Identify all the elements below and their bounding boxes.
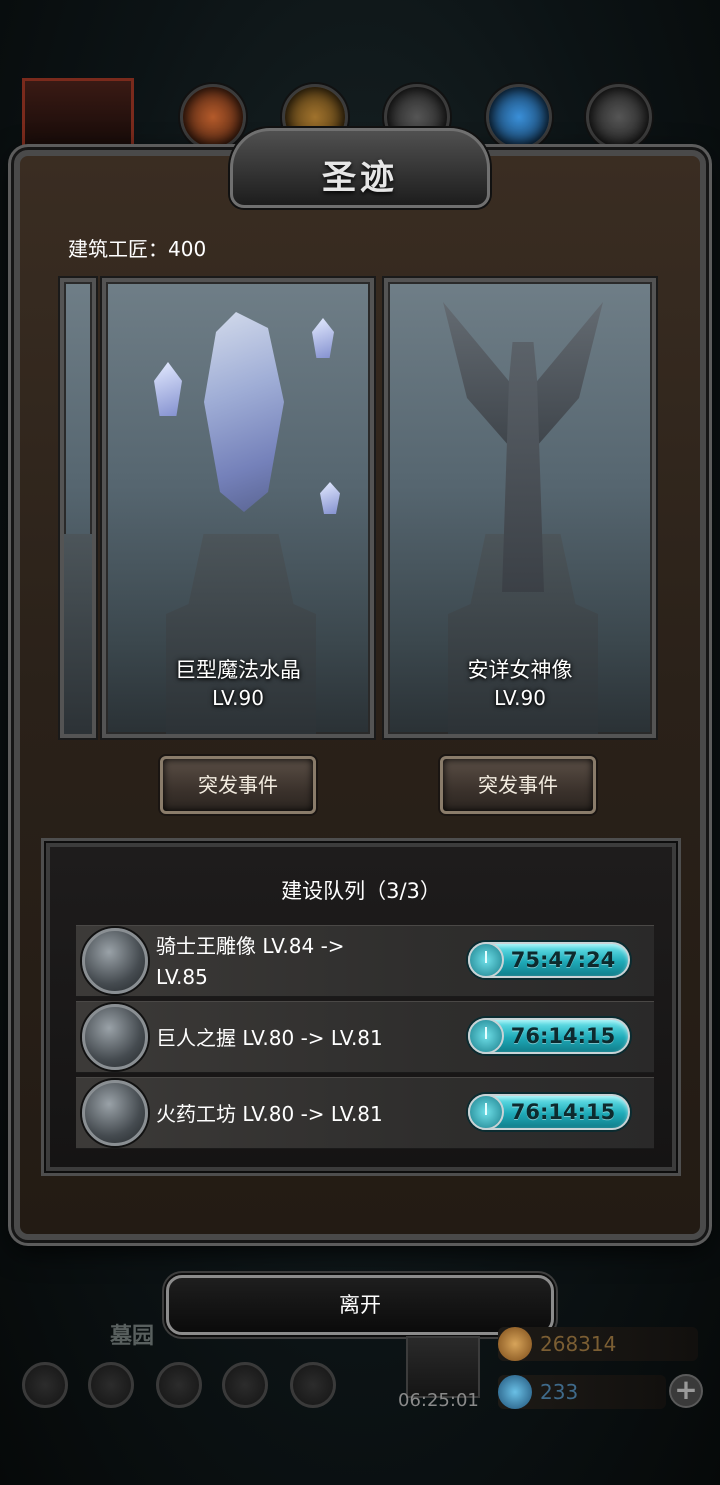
queue-timer[interactable]: 76:14:15: [468, 1018, 630, 1054]
tower-image: [64, 534, 92, 734]
timer-value: 76:14:15: [510, 1100, 616, 1124]
gem-icon: [498, 1375, 532, 1409]
crystal-shard-image: [312, 318, 334, 358]
clock-icon: [468, 1094, 504, 1130]
add-gems-button[interactable]: +: [669, 1374, 703, 1408]
queue-item-name: 火药工坊 LV.80 -> LV.81: [156, 1101, 383, 1126]
chat-icon[interactable]: [156, 1362, 202, 1408]
queue-item[interactable]: 火药工坊 LV.80 -> LV.81 76:14:15: [76, 1077, 654, 1149]
queue-item-text: 巨人之握 LV.80 -> LV.81: [156, 1002, 456, 1074]
crystal-shard-image: [320, 482, 340, 514]
queue-title: 建设队列（3/3）: [281, 879, 441, 903]
knight-king-statue-icon: [82, 928, 148, 994]
building-name: 安详女神像: [467, 658, 573, 682]
construction-queue: 建设队列（3/3） 骑士王雕像 LV.84 -> LV.85 75:47:24 …: [46, 843, 676, 1171]
building-card-goddess-statue[interactable]: 安详女神像 LV.90: [384, 278, 656, 738]
queue-timer[interactable]: 76:14:15: [468, 1094, 630, 1130]
queue-item-name: 骑士王雕像 LV.84 ->: [156, 934, 345, 958]
builder-count: 建筑工匠：400: [68, 237, 207, 261]
building-level: LV.90: [494, 686, 546, 710]
queue-item-text: 火药工坊 LV.80 -> LV.81: [156, 1078, 456, 1150]
queue-timer[interactable]: 75:47:24: [468, 942, 630, 978]
battle-icon[interactable]: [290, 1362, 336, 1408]
nav-orb-icon-4[interactable]: [486, 84, 552, 150]
gold-icon: [498, 1327, 532, 1361]
queue-item[interactable]: 巨人之握 LV.80 -> LV.81 76:14:15: [76, 1001, 654, 1073]
building-card-magic-crystal[interactable]: 巨型魔法水晶 LV.90: [102, 278, 374, 738]
building-name: 巨型魔法水晶: [175, 658, 301, 682]
crystal-image: [204, 312, 284, 512]
clock-icon: [468, 942, 504, 978]
leave-button[interactable]: 离开: [166, 1275, 554, 1335]
nav-orb-icon-5[interactable]: [586, 84, 652, 150]
timer-value: 75:47:24: [510, 948, 616, 972]
building-card-partial[interactable]: [60, 278, 96, 738]
event-button-statue[interactable]: 突发事件: [440, 756, 596, 814]
gem-amount: 233: [540, 1380, 579, 1404]
crystal-shard-image: [154, 362, 182, 416]
gem-resource: 233: [498, 1375, 666, 1409]
settings-icon[interactable]: [22, 1362, 68, 1408]
location-label: 墓园: [110, 1324, 155, 1349]
guild-emblem-icon[interactable]: [22, 78, 134, 156]
panel-title: 圣迹: [322, 158, 398, 198]
gold-resource: 268314: [498, 1327, 698, 1361]
building-level: LV.90: [212, 686, 264, 710]
clock-icon: [468, 1018, 504, 1054]
queue-item-name: 巨人之握 LV.80 -> LV.81: [156, 1025, 383, 1050]
queue-item[interactable]: 骑士王雕像 LV.84 -> LV.85 75:47:24: [76, 925, 654, 997]
queue-item-text: 骑士王雕像 LV.84 -> LV.85: [156, 926, 456, 998]
giant-grip-icon: [82, 1004, 148, 1070]
gift-timer: 06:25:01: [398, 1390, 479, 1411]
gold-amount: 268314: [540, 1332, 617, 1356]
event-button-crystal[interactable]: 突发事件: [160, 756, 316, 814]
queue-item-name-cont: LV.85: [156, 965, 208, 989]
mail-icon[interactable]: [222, 1362, 268, 1408]
timer-value: 76:14:15: [510, 1024, 616, 1048]
achievement-icon[interactable]: [88, 1362, 134, 1408]
gunpowder-workshop-icon: [82, 1080, 148, 1146]
nav-orb-icon-1[interactable]: [180, 84, 246, 150]
gift-box-icon[interactable]: [406, 1336, 480, 1398]
